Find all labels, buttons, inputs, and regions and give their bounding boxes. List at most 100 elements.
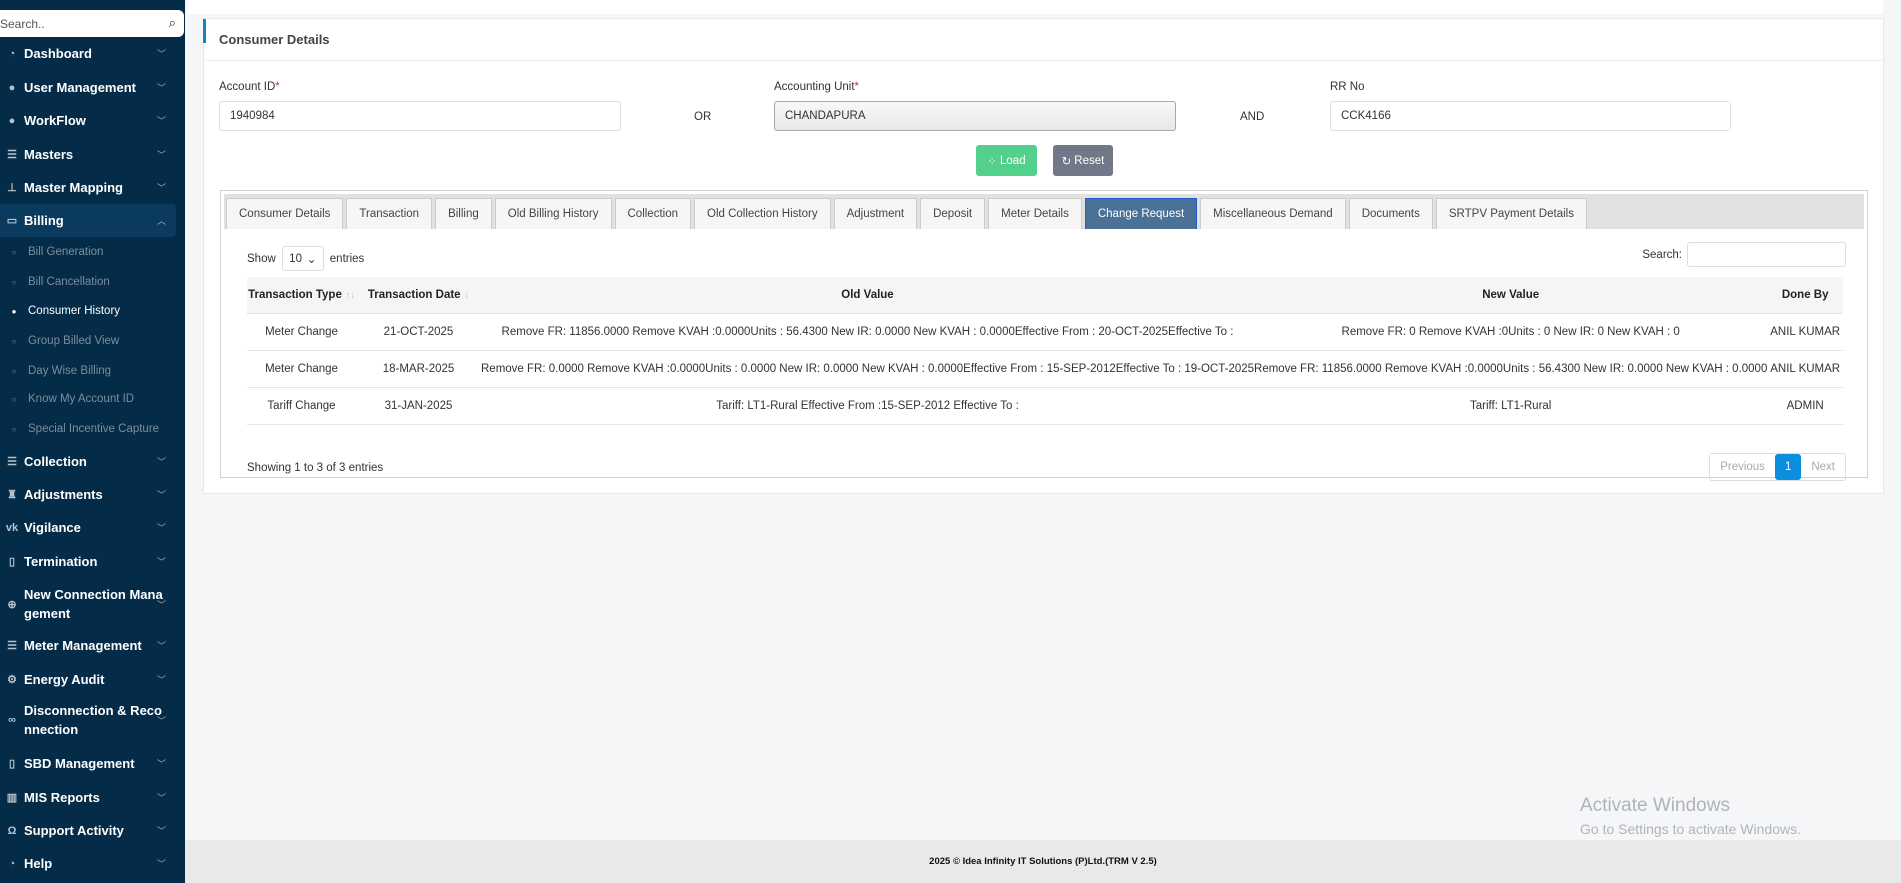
mobile-icon: ▯ [8, 758, 16, 770]
sidebar-item-label: Support Activity [24, 823, 124, 838]
page-1-button[interactable]: 1 [1774, 454, 1802, 480]
subitem-label: Consumer History [28, 305, 121, 317]
load-button[interactable]: ⁘ Load [976, 145, 1037, 176]
accounting-unit-select[interactable]: CHANDAPURA [774, 101, 1176, 131]
sidebar-item-label: Masters [24, 147, 74, 162]
sidebar-item-adjustments[interactable]: ♜ Adjustments ﹀ [0, 478, 176, 511]
chevron-down-icon: ﹀ [156, 859, 166, 869]
monitor-icon: ▭ [6, 215, 18, 227]
subitem-label: Group Billed View [28, 335, 120, 347]
sidebar-item-dashboard[interactable]: ◔ Dashboard ﹀ [0, 37, 176, 70]
sidebar-item-termination[interactable]: ▯ Termination ﹀ [0, 545, 176, 578]
chevron-down-icon: ﹀ [156, 183, 166, 193]
old-value-cell: Remove FR: 11856.0000 Remove KVAH :0.000… [481, 312, 1255, 350]
sidebar-item-energy-audit[interactable]: ⚙ Energy Audit ﹀ [0, 663, 176, 696]
change-request-table: Transaction Type ↑↓ Transaction Date ↓ Old… [247, 277, 1843, 425]
tab-meter-details[interactable]: Meter Details [988, 198, 1082, 229]
sidebar-item-help[interactable]: ◔ Help ﹀ [0, 847, 176, 880]
sidebar-item-collection[interactable]: ☰ Collection ﹀ [0, 445, 176, 478]
vk-icon: vk [5, 521, 19, 534]
search-icon[interactable]: ⌕ [169, 15, 176, 31]
rr-no-input[interactable]: CCK4166 [1330, 101, 1731, 131]
accounting-unit-label: Accounting Unit* [774, 81, 860, 93]
account-id-input[interactable]: 1940984 [219, 101, 621, 131]
chevron-down-icon: ﹀ [156, 675, 166, 685]
sidebar-item-mis-reports[interactable]: ▥ MIS Reports ﹀ [0, 781, 176, 814]
tab-documents[interactable]: Documents [1348, 198, 1433, 229]
tab-billing[interactable]: Billing [435, 198, 492, 229]
col-done-by[interactable]: Done By [1767, 277, 1843, 313]
col-transaction-date[interactable]: Transaction Date ↓ [356, 277, 481, 313]
tab-strip: Consumer Details Transaction Billing Old Bi… [224, 194, 1864, 229]
refresh-icon: ↻ [1061, 155, 1072, 168]
subitem-label: Special Incentive Capture [28, 423, 160, 435]
sidebar-search-input[interactable]: Search.. ⌕ [0, 10, 184, 37]
table-search: Search: [1642, 242, 1846, 267]
rr-no-label: RR No [1330, 81, 1365, 93]
chevron-down-icon: ﹀ [156, 457, 166, 467]
sidebar-subitem-bill-cancellation[interactable]: ○ Bill Cancellation [0, 273, 110, 291]
tab-deposit[interactable]: Deposit [920, 198, 986, 229]
dashboard-icon: ◔ [8, 47, 16, 60]
next-button[interactable]: Next [1801, 454, 1845, 480]
top-bar [188, 0, 1883, 14]
tab-change-request[interactable]: Change Request [1084, 198, 1198, 229]
sidebar-item-disconnection-reconnection[interactable]: ∞ Disconnection & Reconnection ﹀ [0, 699, 176, 741]
tab-miscellaneous-demand[interactable]: Miscellaneous Demand [1200, 198, 1346, 229]
plus-circle-icon: ⊕ [7, 598, 17, 611]
chevron-down-icon: ﹀ [156, 490, 166, 500]
sidebar-item-sbd-management[interactable]: ▯ SBD Management ﹀ [0, 747, 176, 780]
entries-label: entries [329, 252, 365, 265]
col-transaction-type[interactable]: Transaction Type ↑↓ [247, 277, 356, 313]
col-new-value[interactable]: New Value [1254, 277, 1768, 313]
chevron-down-icon: ﹀ [156, 759, 166, 769]
sidebar-item-label: Energy Audit [24, 672, 105, 687]
tab-transaction[interactable]: Transaction [346, 198, 433, 229]
search-placeholder: Search.. [0, 16, 45, 31]
tab-old-billing-history[interactable]: Old Billing History [494, 198, 612, 229]
search-label: Search: [1642, 248, 1682, 261]
headphones-icon: Ω [7, 824, 17, 837]
tab-old-collection-history[interactable]: Old Collection History [694, 198, 831, 229]
tab-consumer-details[interactable]: Consumer Details [226, 198, 344, 229]
new-value-cell: Remove FR: 11856.0000 Remove KVAH :0.000… [1254, 349, 1768, 387]
sidebar-subitem-special-incentive-capture[interactable]: ○ Special Incentive Capture [0, 420, 159, 438]
sidebar-item-new-connection-management[interactable]: ⊕ New Connection Management ﹀ [0, 583, 176, 625]
sidebar-subitem-consumer-history[interactable]: ● Consumer History [0, 302, 120, 320]
sidebar-item-label: Vigilance [24, 520, 81, 535]
table-search-input[interactable] [1687, 242, 1846, 267]
reset-button[interactable]: ↻ Reset [1053, 145, 1113, 176]
tab-srtpv-payment-details[interactable]: SRTPV Payment Details [1435, 198, 1587, 229]
bar-chart-icon: ▥ [6, 792, 18, 804]
sidebar-item-master-mapping[interactable]: ⊥ Master Mapping ﹀ [0, 171, 176, 204]
sidebar-item-label: Adjustments [24, 487, 103, 502]
entries-select[interactable]: 10 ⌄ [281, 246, 324, 271]
sidebar-item-workflow[interactable]: ● WorkFlow ﹀ [0, 104, 176, 137]
sidebar-subitem-bill-generation[interactable]: ○ Bill Generation [0, 243, 104, 261]
sidebar-item-vigilance[interactable]: vk Vigilance ﹀ [0, 511, 176, 544]
chevron-up-icon: ︿ [156, 216, 166, 226]
sort-desc-icon: ↓ [464, 289, 470, 300]
sidebar-subitem-know-my-account-id[interactable]: ○ Know My Account ID [0, 390, 135, 408]
circle-icon: ○ [11, 277, 17, 287]
col-old-value[interactable]: Old Value [481, 277, 1255, 313]
done-by-cell: ANIL KUMAR [1767, 312, 1843, 350]
sidebar-subitem-day-wise-billing[interactable]: ○ Day Wise Billing [0, 362, 112, 380]
sidebar-item-masters[interactable]: ☰ Masters ﹀ [0, 138, 176, 171]
activate-windows-watermark: Activate Windows Go to Settings to activ… [1580, 795, 1801, 837]
sidebar-item-label: Master Mapping [24, 180, 123, 195]
sidebar-item-meter-management[interactable]: ☰ Meter Management ﹀ [0, 629, 176, 662]
previous-button[interactable]: Previous [1710, 454, 1775, 480]
sidebar-subitem-group-billed-view[interactable]: ○ Group Billed View [0, 332, 120, 350]
sidebar-item-user-management[interactable]: ● User Management ﹀ [0, 71, 176, 104]
old-value-cell: Remove FR: 0.0000 Remove KVAH :0.0000Uni… [481, 349, 1255, 387]
subitem-label: Bill Cancellation [28, 276, 110, 288]
sidebar-item-support-activity[interactable]: Ω Support Activity ﹀ [0, 814, 176, 847]
sidebar-item-billing[interactable]: ▭ Billing ︿ [0, 204, 176, 237]
tab-adjustment[interactable]: Adjustment [833, 198, 918, 229]
sidebar-item-label: Meter Management [24, 638, 142, 653]
tab-collection[interactable]: Collection [614, 198, 691, 229]
page-title: Consumer Details [219, 32, 330, 47]
list-icon: ☰ [7, 149, 17, 161]
sort-icon: ↑↓ [345, 289, 355, 300]
